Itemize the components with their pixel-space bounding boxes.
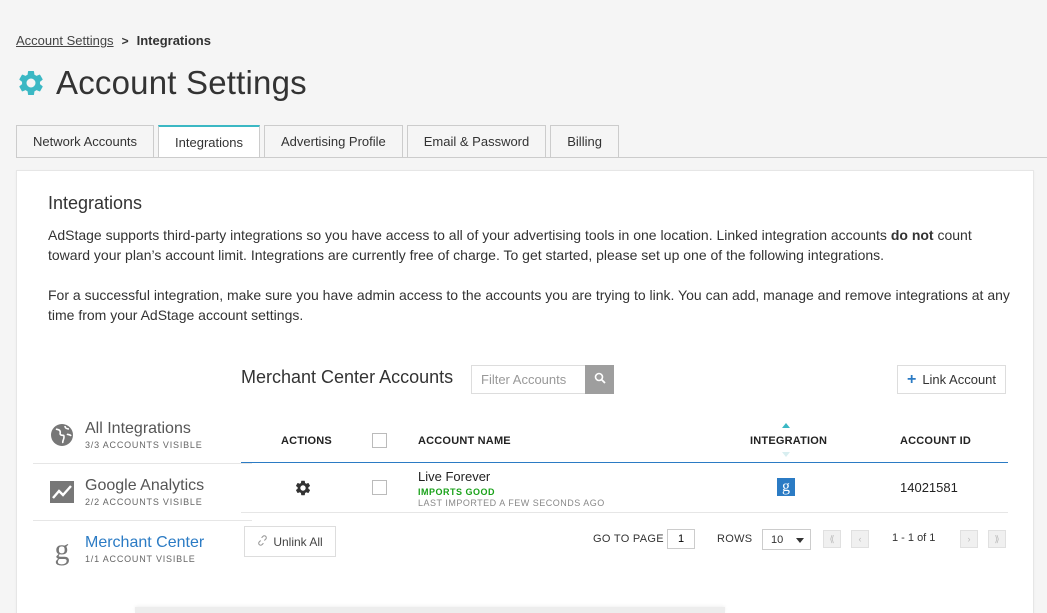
bottom-panel-edge	[135, 607, 725, 613]
next-page-button[interactable]: ›	[960, 530, 978, 548]
page-header: Account Settings	[16, 64, 307, 102]
rows-per-page-select[interactable]: 10	[762, 529, 811, 550]
sidebar-item-count: 3/3 ACCOUNTS VISIBLE	[85, 439, 203, 450]
import-status: IMPORTS GOOD	[418, 487, 496, 497]
last-page-button[interactable]: ⟫	[988, 530, 1006, 548]
account-id: 14021581	[900, 480, 958, 495]
tab-email-password[interactable]: Email & Password	[406, 125, 547, 157]
breadcrumb-separator: >	[121, 33, 129, 48]
sidebar-item-google-analytics[interactable]: Google Analytics 2/2 ACCOUNTS VISIBLE	[33, 464, 252, 521]
search-icon	[594, 371, 606, 389]
page-title: Account Settings	[56, 64, 307, 101]
accounts-title: Merchant Center Accounts	[241, 367, 454, 387]
sort-desc-icon	[782, 452, 790, 457]
accounts-table: ACTIONS ACCOUNT NAME INTEGRATION ACCOUNT…	[241, 421, 1008, 513]
breadcrumb-link-account-settings[interactable]: Account Settings	[16, 33, 114, 48]
merchant-g-icon: g	[54, 532, 70, 566]
row-checkbox[interactable]	[372, 480, 387, 495]
filter-search-button[interactable]	[585, 365, 614, 394]
column-integration[interactable]: INTEGRATION	[750, 435, 827, 447]
tabs-divider	[16, 157, 1047, 158]
link-account-label: Link Account	[922, 372, 997, 387]
intro-text-bold: do not	[890, 227, 934, 243]
row-actions-gear-icon[interactable]	[294, 479, 312, 502]
double-chevron-right-icon: ⟫	[994, 533, 1000, 544]
table-header: ACTIONS ACCOUNT NAME INTEGRATION ACCOUNT…	[241, 421, 1008, 463]
intro-paragraph: AdStage supports third-party integration…	[48, 225, 1013, 265]
chevron-right-icon: ›	[967, 534, 971, 544]
table-row: Live Forever IMPORTS GOOD LAST IMPORTED …	[241, 463, 1008, 513]
unlink-all-button[interactable]: Unlink All	[244, 526, 336, 557]
sidebar-item-all-integrations[interactable]: All Integrations 3/3 ACCOUNTS VISIBLE	[33, 407, 252, 464]
column-account-name[interactable]: ACCOUNT NAME	[418, 435, 511, 447]
account-name[interactable]: Live Forever	[418, 469, 490, 484]
admin-paragraph: For a successful integration, make sure …	[48, 287, 1010, 323]
sidebar-item-label: Merchant Center	[85, 534, 205, 551]
integration-sidebar: All Integrations 3/3 ACCOUNTS VISIBLE Go…	[33, 407, 252, 578]
last-imported: LAST IMPORTED A FEW SECONDS AGO	[418, 498, 605, 508]
sidebar-item-label: All Integrations	[85, 419, 191, 437]
page-number-input[interactable]	[667, 529, 695, 549]
column-account-id[interactable]: ACCOUNT ID	[900, 435, 971, 447]
gear-icon	[16, 68, 46, 98]
sidebar-item-count: 2/2 ACCOUNTS VISIBLE	[85, 496, 203, 507]
rows-label: ROWS	[717, 533, 753, 545]
select-all-checkbox[interactable]	[372, 433, 387, 448]
sidebar-item-label: Google Analytics	[85, 476, 205, 494]
sidebar-item-merchant-center[interactable]: g Merchant Center 1/1 ACCOUNT VISIBLE	[33, 521, 252, 578]
sort-asc-icon	[782, 423, 790, 428]
chevron-left-icon: ‹	[858, 534, 862, 544]
link-account-button[interactable]: + Link Account	[897, 365, 1006, 394]
prev-page-button[interactable]: ‹	[851, 530, 869, 548]
tab-network-accounts[interactable]: Network Accounts	[16, 125, 155, 157]
rows-per-page-value: 10	[771, 533, 784, 546]
tab-advertising-profile[interactable]: Advertising Profile	[263, 125, 403, 157]
page-range: 1 - 1 of 1	[892, 532, 936, 544]
column-actions: ACTIONS	[281, 435, 332, 447]
intro-text-start: AdStage supports third-party integration…	[48, 227, 891, 243]
analytics-icon	[49, 481, 75, 503]
first-page-button[interactable]: ⟪	[823, 530, 841, 548]
settings-tabs: Network Accounts Integrations Advertisin…	[16, 125, 619, 158]
tab-integrations[interactable]: Integrations	[158, 125, 260, 158]
chevron-down-icon	[796, 538, 804, 543]
unlink-all-label: Unlink All	[273, 534, 323, 549]
google-merchant-icon: g	[777, 478, 795, 496]
breadcrumb-current: Integrations	[136, 33, 211, 48]
plus-icon: +	[906, 370, 917, 388]
globe-icon	[49, 423, 75, 447]
unlink-icon	[257, 534, 268, 549]
tab-billing[interactable]: Billing	[550, 125, 619, 157]
integrations-panel: Integrations AdStage supports third-part…	[16, 170, 1034, 613]
panel-heading: Integrations	[48, 193, 143, 213]
double-chevron-left-icon: ⟪	[829, 533, 835, 544]
sidebar-item-count: 1/1 ACCOUNT VISIBLE	[85, 554, 196, 564]
go-to-page-label: GO TO PAGE	[593, 533, 664, 545]
filter-accounts-input[interactable]	[471, 365, 585, 394]
breadcrumb: Account Settings > Integrations	[16, 33, 211, 48]
